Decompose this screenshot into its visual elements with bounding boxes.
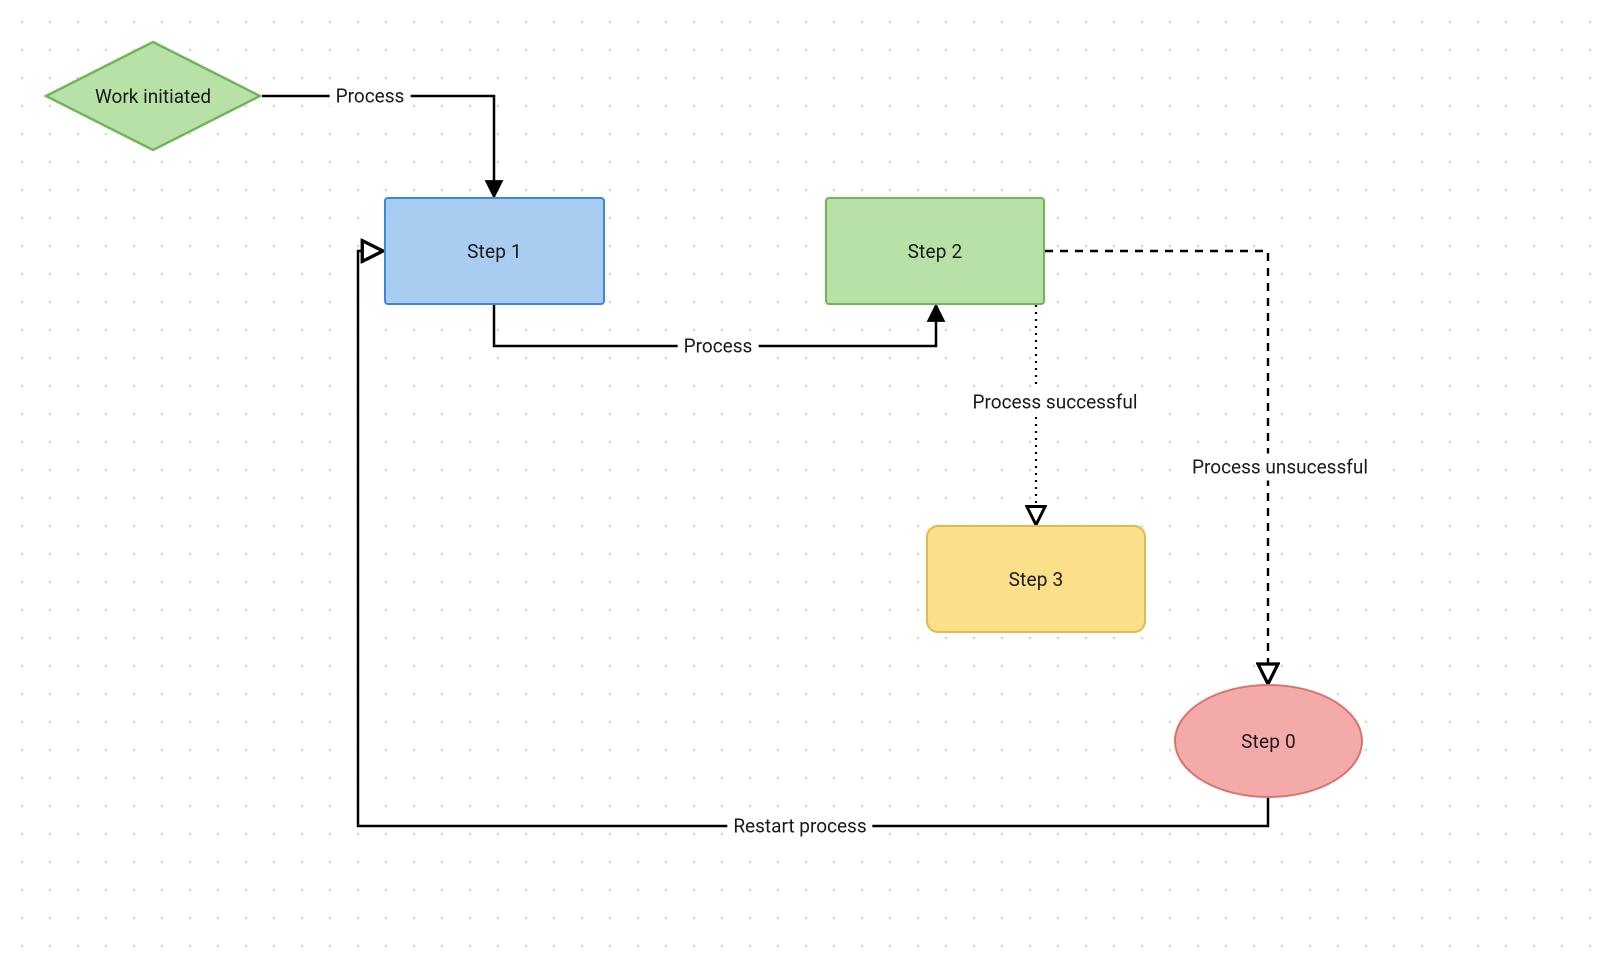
node-step-2-label: Step 2	[908, 240, 963, 263]
node-work-initiated-label: Work initiated	[44, 40, 262, 152]
edge-label-restart: Restart process	[727, 813, 872, 840]
edge-label-process-2: Process	[678, 333, 759, 360]
edge-process-1	[262, 96, 494, 197]
diagram-canvas[interactable]: Process Process Process successful Proce…	[0, 0, 1600, 962]
edge-label-unsuccessful: Process unsucessful	[1186, 454, 1374, 481]
edge-label-process-1: Process	[330, 83, 411, 110]
edge-label-success: Process successful	[967, 389, 1144, 416]
node-step-3-label: Step 3	[1009, 568, 1064, 591]
node-step-1-label: Step 1	[467, 240, 522, 263]
node-step-0[interactable]: Step 0	[1174, 684, 1363, 798]
node-work-initiated[interactable]: Work initiated	[44, 40, 262, 152]
node-step-0-label: Step 0	[1241, 730, 1296, 753]
node-step-3[interactable]: Step 3	[926, 525, 1146, 633]
node-step-1[interactable]: Step 1	[384, 197, 605, 305]
node-step-2[interactable]: Step 2	[825, 197, 1045, 305]
